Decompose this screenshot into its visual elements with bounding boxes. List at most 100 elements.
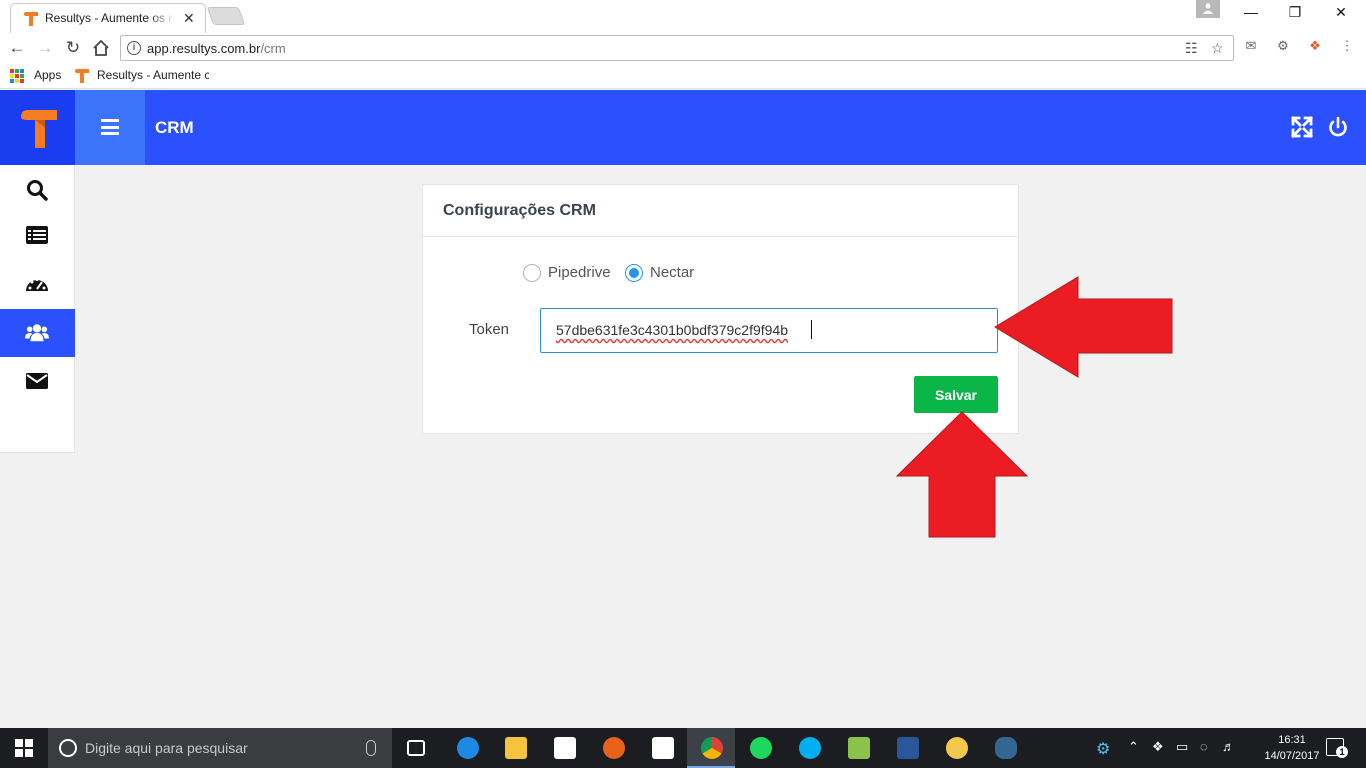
radio-pipedrive-label[interactable]: Pipedrive xyxy=(548,264,611,281)
bookmark-apps[interactable]: Apps xyxy=(34,68,61,82)
bookmarks-bar: Apps Resultys - Aumente c xyxy=(0,63,1366,89)
search-icon xyxy=(27,180,48,201)
home-icon[interactable] xyxy=(90,37,112,59)
tray-volume-icon[interactable]: ♬ xyxy=(1222,739,1235,754)
taskbar-postgres[interactable] xyxy=(981,728,1029,768)
tab-title: Resultys - Aumente os resultados xyxy=(45,11,175,25)
microphone-icon[interactable] xyxy=(366,740,376,756)
crm-settings-card: Configurações CRM Pipedrive Nectar Token… xyxy=(422,184,1019,434)
windows-logo-icon xyxy=(15,739,33,757)
tray-update-icon[interactable]: ⚙ xyxy=(1096,739,1110,759)
radio-pipedrive[interactable] xyxy=(523,264,541,282)
translate-icon[interactable]: ☷ xyxy=(1185,40,1198,57)
save-button[interactable]: Salvar xyxy=(914,376,998,413)
browser-toolbar: ← → ↻ i app.resultys.com.br/crm ☷ ☆ ✉ ⚙ … xyxy=(0,33,1366,63)
task-view-icon xyxy=(407,740,425,756)
windows-start-button[interactable] xyxy=(0,728,48,768)
taskbar-dropbox[interactable] xyxy=(638,728,686,768)
postgres-icon xyxy=(995,737,1017,759)
spotify-icon xyxy=(750,737,772,759)
tray-battery-icon[interactable]: ▭ xyxy=(1176,739,1188,755)
minimize-button[interactable]: — xyxy=(1236,4,1266,24)
tab-close-icon[interactable]: ✕ xyxy=(183,10,195,27)
task-view-button[interactable] xyxy=(392,728,440,768)
search-placeholder: Digite aqui para pesquisar xyxy=(85,740,248,756)
bookmark-star-icon[interactable]: ☆ xyxy=(1211,40,1224,57)
url-host: app.resultys.com.br xyxy=(147,41,261,56)
taskbar-spotify[interactable] xyxy=(736,728,784,768)
sidebar xyxy=(0,165,75,453)
annotation-arrow-left xyxy=(994,276,1173,378)
spreadsheet-icon xyxy=(848,737,870,759)
app-header: CRM xyxy=(0,90,1366,165)
taskbar-search[interactable]: Digite aqui para pesquisar xyxy=(48,728,392,768)
fullscreen-icon[interactable] xyxy=(1291,116,1313,138)
address-bar[interactable]: i app.resultys.com.br/crm ☷ ☆ xyxy=(120,35,1234,61)
restore-button[interactable]: ❐ xyxy=(1280,4,1310,24)
browser-tab[interactable]: Resultys - Aumente os resultados ✕ xyxy=(10,3,206,33)
sidebar-item-dashboard[interactable] xyxy=(0,261,75,309)
windows-taskbar: Digite aqui para pesquisar ⚙ ⌃ ❖ ▭ ◌ ♬ 1… xyxy=(0,728,1366,768)
sidebar-item-search[interactable] xyxy=(0,166,75,214)
resultys-favicon-icon xyxy=(24,12,38,26)
radio-nectar-label[interactable]: Nectar xyxy=(650,264,694,281)
extension-icon-1[interactable]: ✉ xyxy=(1242,38,1260,56)
window-close-button[interactable]: ✕ xyxy=(1326,4,1356,24)
envelope-icon xyxy=(26,373,48,389)
cortana-icon xyxy=(59,739,77,757)
forward-icon[interactable]: → xyxy=(34,37,56,59)
power-icon[interactable] xyxy=(1327,116,1349,138)
browser-titlebar: Resultys - Aumente os resultados ✕ — ❐ ✕ xyxy=(0,0,1366,33)
taskbar-explorer[interactable] xyxy=(491,728,539,768)
folder-icon xyxy=(505,737,527,759)
list-icon xyxy=(26,226,48,244)
site-info-icon[interactable]: i xyxy=(127,41,141,55)
store-icon xyxy=(554,737,576,759)
edge-icon xyxy=(457,737,479,759)
sidebar-item-mail[interactable] xyxy=(0,357,75,405)
resultys-bookmark-icon xyxy=(75,69,89,83)
resultys-logo-icon xyxy=(21,110,57,148)
taskbar-skype[interactable] xyxy=(785,728,833,768)
taskbar-store[interactable] xyxy=(540,728,588,768)
hamburger-icon xyxy=(101,119,119,135)
sidebar-item-users[interactable] xyxy=(0,309,75,357)
taskbar-firefox[interactable] xyxy=(589,728,637,768)
profile-icon[interactable] xyxy=(1196,0,1220,18)
page-title: CRM xyxy=(155,118,194,137)
notification-badge: 1 xyxy=(1336,746,1348,758)
radio-nectar[interactable] xyxy=(625,264,643,282)
paint-icon xyxy=(946,737,968,759)
url-text: app.resultys.com.br/crm xyxy=(147,41,286,56)
tray-dropbox-icon[interactable]: ❖ xyxy=(1152,739,1164,755)
sidebar-item-list[interactable] xyxy=(0,211,75,259)
taskbar-chrome[interactable] xyxy=(687,728,735,768)
extension-icon-3[interactable]: ❖ xyxy=(1306,38,1324,56)
chrome-menu-icon[interactable]: ⋮ xyxy=(1338,38,1356,56)
tray-wifi-icon[interactable]: ◌ xyxy=(1200,739,1208,754)
taskbar-app-chart[interactable] xyxy=(834,728,882,768)
bookmark-resultys[interactable]: Resultys - Aumente c xyxy=(97,68,209,82)
card-title: Configurações CRM xyxy=(443,202,596,219)
back-icon[interactable]: ← xyxy=(6,37,28,59)
taskbar-word[interactable] xyxy=(883,728,931,768)
app-logo[interactable] xyxy=(0,90,75,165)
skype-icon xyxy=(799,737,821,759)
tray-expand-icon[interactable]: ⌃ xyxy=(1128,739,1139,755)
clock-time: 16:31 xyxy=(1278,734,1306,746)
url-path: /crm xyxy=(260,41,286,56)
taskbar-edge[interactable] xyxy=(443,728,491,768)
apps-icon[interactable] xyxy=(10,69,24,83)
menu-toggle-button[interactable] xyxy=(75,90,145,165)
extension-icon-2[interactable]: ⚙ xyxy=(1274,38,1292,56)
clock-date: 14/07/2017 xyxy=(1264,750,1320,762)
taskbar-clock[interactable]: 16:31 14/07/2017 xyxy=(1262,732,1322,764)
reload-icon[interactable]: ↻ xyxy=(62,37,84,59)
new-tab-button[interactable] xyxy=(206,7,246,25)
card-header: Configurações CRM xyxy=(423,185,1018,237)
word-icon xyxy=(897,737,919,759)
annotation-arrow-up xyxy=(896,411,1028,538)
users-icon xyxy=(25,324,49,342)
dropbox-icon xyxy=(652,737,674,759)
taskbar-paint[interactable] xyxy=(932,728,980,768)
